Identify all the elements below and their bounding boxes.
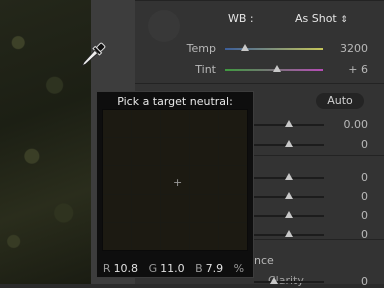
tone-slider-value[interactable]: 0.00: [326, 118, 369, 131]
tone-slider-value[interactable]: 0: [326, 190, 368, 203]
b-label: B: [195, 262, 203, 275]
loupe-title: Pick a target neutral:: [117, 95, 233, 108]
r-label: R: [102, 262, 111, 275]
tone-slider-thumb[interactable]: [285, 120, 293, 127]
r-value: 10.8: [113, 262, 139, 275]
percent-unit: %: [233, 262, 245, 275]
tone-slider-value[interactable]: 0: [326, 228, 368, 241]
updown-arrows-icon: ⇕: [340, 15, 348, 25]
clarity-value: 0: [361, 275, 368, 288]
wb-dropdown[interactable]: As Shot ⇕: [295, 12, 348, 25]
tint-label: Tint: [195, 63, 216, 76]
auto-tone-button[interactable]: Auto: [316, 93, 364, 109]
temp-value[interactable]: 3200: [326, 42, 368, 55]
tone-slider-value[interactable]: 0: [326, 171, 368, 184]
wb-label: WB :: [228, 12, 254, 25]
clarity-slider-thumb[interactable]: [270, 277, 278, 284]
g-label: G: [148, 262, 158, 275]
eyedropper-icon: [81, 42, 106, 67]
tone-slider-thumb[interactable]: [285, 192, 293, 199]
tone-slider-thumb[interactable]: [285, 173, 293, 180]
g-value: 11.0: [160, 262, 185, 275]
tone-slider-thumb[interactable]: [285, 211, 293, 218]
b-value: 7.9: [205, 262, 224, 275]
clarity-slider-track[interactable]: [254, 281, 324, 283]
temp-label: Temp: [186, 42, 216, 55]
rgb-readout: R 10.8 G 11.0 B 7.9 %: [97, 262, 253, 275]
divider: [135, 83, 384, 84]
tone-slider-thumb[interactable]: [285, 140, 293, 147]
temp-slider-thumb[interactable]: [240, 44, 249, 51]
tint-slider-thumb[interactable]: [272, 65, 281, 72]
target-neutral-loupe: Pick a target neutral: + R 10.8 G 11.0 B 7.…: [96, 91, 254, 278]
wb-dropdown-value: As Shot: [295, 12, 337, 25]
wb-selector-target[interactable]: [148, 10, 180, 42]
tint-value[interactable]: + 6: [326, 63, 368, 76]
tone-slider-value[interactable]: 0: [326, 209, 368, 222]
tone-slider-thumb[interactable]: [285, 230, 293, 237]
presence-label: nce: [254, 254, 274, 267]
tone-slider-value[interactable]: 0: [326, 138, 368, 151]
crosshair-icon: +: [173, 176, 183, 189]
divider: [135, 0, 384, 1]
